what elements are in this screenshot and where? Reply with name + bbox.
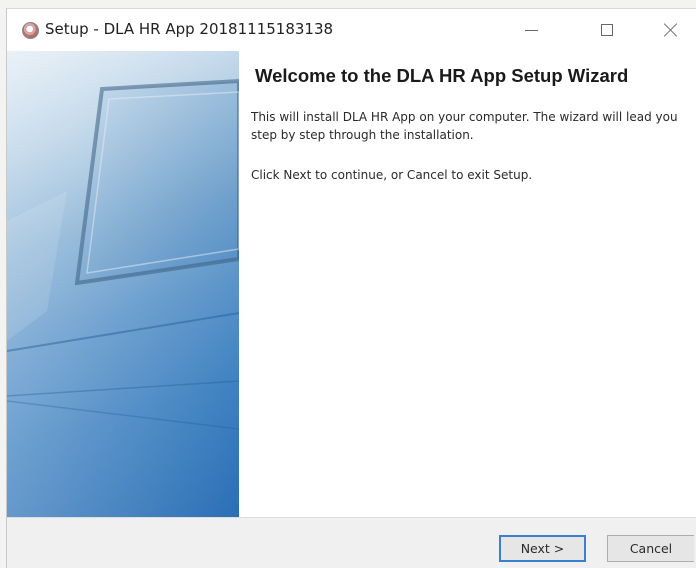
wizard-footer: Next > Cancel: [7, 517, 696, 568]
minimize-button[interactable]: [508, 9, 554, 51]
close-button[interactable]: [648, 9, 694, 51]
title-bar[interactable]: Setup - DLA HR App 20181115183138: [7, 9, 696, 51]
maximize-button[interactable]: [584, 9, 630, 51]
wizard-banner-image: [7, 51, 239, 517]
maximize-icon: [601, 24, 613, 36]
intro-paragraph: This will install DLA HR App on your com…: [251, 110, 678, 142]
cancel-button[interactable]: Cancel: [607, 535, 694, 562]
close-icon: [663, 22, 679, 38]
wizard-heading: Welcome to the DLA HR App Setup Wizard: [255, 65, 629, 86]
next-button[interactable]: Next >: [499, 535, 586, 562]
window-title: Setup - DLA HR App 20181115183138: [45, 20, 334, 38]
setup-wizard-window: Setup - DLA HR App 20181115183138 Welcom…: [6, 8, 696, 568]
minimize-icon: [524, 29, 538, 31]
monitor-screen-illustration: [7, 51, 239, 517]
continue-instructions: Click Next to continue, or Cancel to exi…: [251, 168, 533, 182]
setup-disc-icon: [22, 22, 39, 39]
